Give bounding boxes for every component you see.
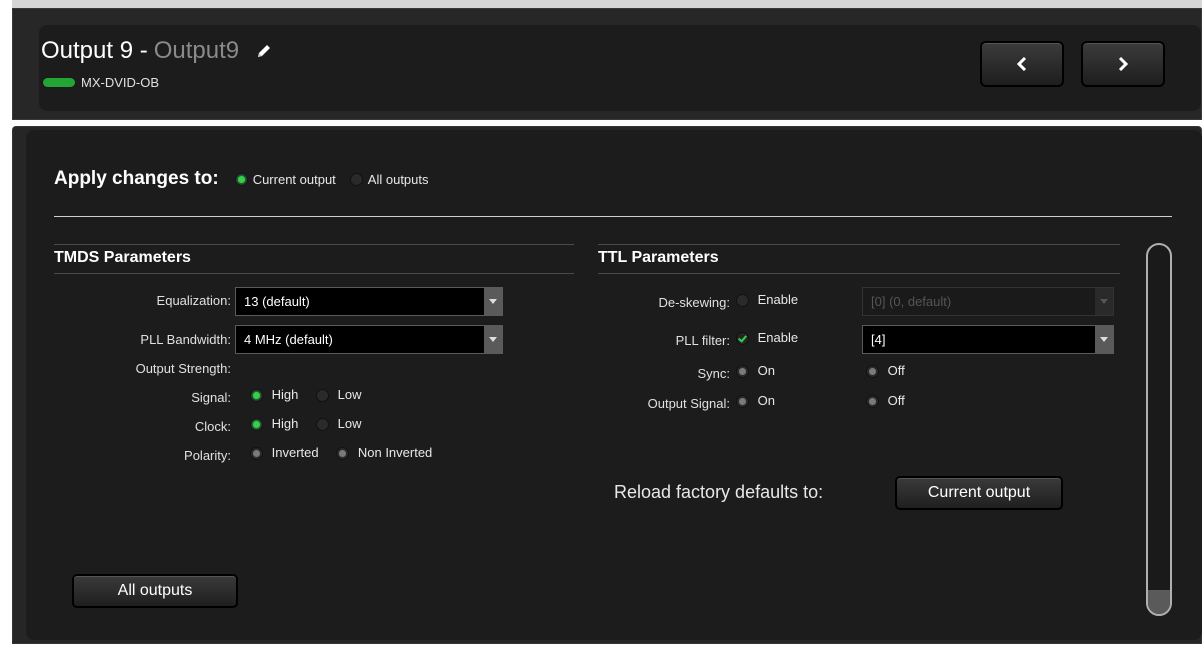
clock-high-label[interactable]: High [272,416,299,431]
sync-off-option: Off [866,363,919,379]
output-header: Output 9 - Output9 MX-DVID-OB [12,8,1202,120]
polarity-non-inverted-radio[interactable] [336,447,350,461]
sync-on-radio[interactable] [736,365,749,379]
deskewing-select: [0] (0, default) [862,287,1114,316]
previous-output-button[interactable] [980,41,1064,87]
polarity-inverted-radio[interactable] [250,447,263,461]
page-title: Output 9 - Output9 [41,37,272,66]
all-outputs-button[interactable]: All outputs [72,574,238,608]
clock-options: High Low [250,416,375,432]
polarity-non-inverted-label[interactable]: Non Inverted [358,445,432,460]
signal-low-radio[interactable] [316,389,329,403]
signal-high-radio[interactable] [250,389,263,403]
output-strength-label: Output Strength: [135,361,231,376]
pll-filter-enable-option: Enable [736,330,812,346]
deskewing-enable-label[interactable]: Enable [758,292,798,307]
signal-label: Signal: [191,390,231,405]
status-led [43,78,75,87]
tmds-section-title: TMDS Parameters [54,244,574,274]
clock-low-radio[interactable] [316,418,329,432]
device-name: MX-DVID-OB [81,75,159,90]
chevron-right-icon [1118,57,1129,71]
pll-filter-select[interactable]: [4] [862,325,1114,354]
pll-filter-enable-checkbox[interactable] [736,332,749,346]
chevron-left-icon [1016,57,1027,71]
sync-label: Sync: [697,366,730,381]
pll-filter-label: PLL filter: [675,333,730,348]
pll-bandwidth-label: PLL Bandwidth: [140,332,231,347]
polarity-label: Polarity: [184,448,231,463]
equalization-select[interactable]: 13 (default) [235,287,503,316]
divider [54,216,1172,217]
clock-low-label[interactable]: Low [338,416,362,431]
apply-current-output-label[interactable]: Current output [253,172,336,187]
output-name[interactable]: Output9 [154,37,239,64]
apply-changes-label: Apply changes to: [54,168,219,189]
equalization-label: Equalization: [156,293,231,308]
apply-all-outputs-radio[interactable] [349,172,363,186]
pll-bandwidth-select[interactable]: 4 MHz (default) [235,325,503,354]
signal-low-label[interactable]: Low [338,387,362,402]
output-signal-on-option: On [736,393,789,409]
chevron-down-icon [484,326,502,353]
output-signal-on-label[interactable]: On [758,393,775,408]
polarity-inverted-label[interactable]: Inverted [272,445,319,460]
sync-off-radio[interactable] [866,365,879,379]
pll-filter-enable-label[interactable]: Enable [758,330,798,345]
vertical-scrollbar[interactable] [1146,243,1172,616]
output-signal-off-label[interactable]: Off [888,393,905,408]
parameters-panel-inner [26,130,1202,640]
deskewing-enable-checkbox[interactable] [736,294,749,308]
polarity-options: Inverted Non Inverted [250,445,446,461]
apply-changes-row: Apply changes to: Current output All out… [54,168,443,190]
output-signal-off-option: Off [866,393,919,409]
pencil-icon[interactable] [256,38,272,66]
sync-off-label[interactable]: Off [888,363,905,378]
deskewing-value: [0] (0, default) [871,294,952,309]
apply-all-outputs-label[interactable]: All outputs [368,172,429,187]
deskewing-label: De-skewing: [658,295,730,310]
top-strip [12,0,1202,8]
reload-current-output-button[interactable]: Current output [895,476,1063,510]
pll-bandwidth-value: 4 MHz (default) [244,332,333,347]
scrollbar-thumb[interactable] [1148,590,1170,614]
chevron-down-icon [1095,326,1113,353]
equalization-value: 13 (default) [244,294,310,309]
output-signal-on-radio[interactable] [736,395,749,409]
deskewing-enable-option: Enable [736,292,812,308]
next-output-button[interactable] [1081,41,1165,87]
clock-label: Clock: [194,419,231,434]
signal-high-label[interactable]: High [272,387,299,402]
signal-options: High Low [250,387,375,403]
device-row: MX-DVID-OB [43,75,159,90]
output-number-title: Output 9 - [41,37,148,64]
sync-on-option: On [736,363,789,379]
apply-current-output-radio[interactable] [234,172,248,186]
output-signal-off-radio[interactable] [866,395,879,409]
pll-filter-value: [4] [871,332,886,347]
reload-factory-defaults-label: Reload factory defaults to: [614,482,824,502]
output-signal-label: Output Signal: [647,396,730,411]
chevron-down-icon [1095,288,1113,315]
chevron-down-icon [484,288,502,315]
sync-on-label[interactable]: On [758,363,775,378]
ttl-section-title: TTL Parameters [598,244,1120,274]
clock-high-radio[interactable] [250,418,263,432]
